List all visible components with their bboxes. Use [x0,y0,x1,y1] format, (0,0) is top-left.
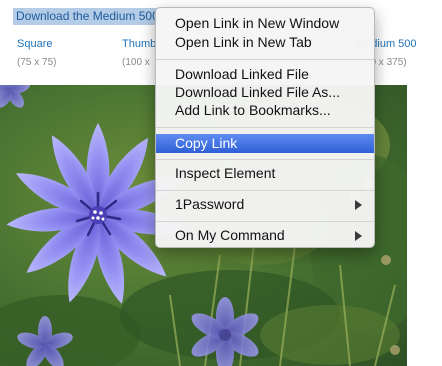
menu-separator [156,159,374,160]
menu-item-copy-link[interactable]: Copy Link [156,134,374,153]
menu-item-add-link-to-bookmarks[interactable]: Add Link to Bookmarks... [156,102,374,119]
menu-item-download-linked-file[interactable]: Download Linked File [156,66,374,83]
menu-item-1password[interactable]: 1Password [156,196,374,213]
menu-item-open-new-tab[interactable]: Open Link in New Tab [156,34,374,51]
menu-item-inspect-element[interactable]: Inspect Element [156,165,374,182]
menu-separator [156,59,374,60]
menu-item-download-linked-file-as[interactable]: Download Linked File As... [156,84,374,101]
size-dims-thumbnail: (100 x [122,57,150,68]
menu-separator [156,127,374,128]
browser-page: Download the Medium 500 Square (75 x 75)… [0,0,442,366]
link-context-menu: Open Link in New Window Open Link in New… [155,7,375,248]
size-dims-square: (75 x 75) [17,57,57,68]
menu-item-on-my-command[interactable]: On My Command [156,227,374,244]
submenu-arrow-icon [355,231,362,241]
size-link-square[interactable]: Square [17,38,52,50]
menu-separator [156,221,374,222]
submenu-arrow-icon [355,200,362,210]
menu-separator [156,190,374,191]
size-link-thumbnail[interactable]: Thumb [122,38,156,50]
menu-item-1password-label: 1Password [175,196,245,212]
download-medium-link[interactable]: Download the Medium 500 [13,8,163,25]
menu-item-on-my-command-label: On My Command [175,227,285,243]
menu-item-open-new-window[interactable]: Open Link in New Window [156,15,374,32]
